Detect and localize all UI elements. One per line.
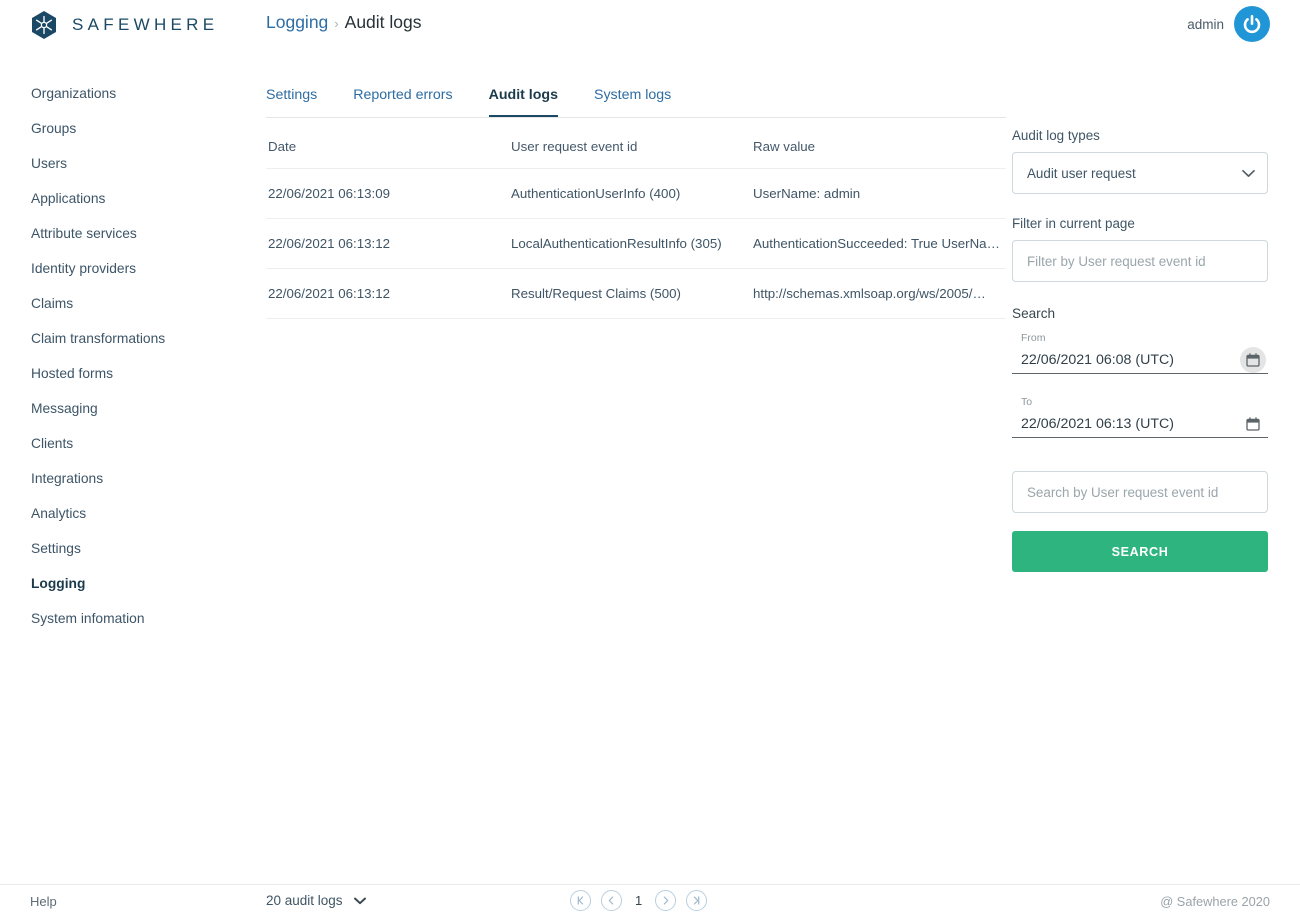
chevron-down-icon: [354, 893, 366, 908]
table-row[interactable]: 22/06/2021 06:13:12 LocalAuthenticationR…: [266, 219, 1006, 269]
sidebar-item-logging[interactable]: Logging: [0, 566, 250, 601]
tab-settings[interactable]: Settings: [266, 76, 317, 117]
from-date-row[interactable]: 22/06/2021 06:08 (UTC): [1012, 347, 1268, 374]
sidebar-item-identity-providers[interactable]: Identity providers: [0, 251, 250, 286]
sidebar-item-clients[interactable]: Clients: [0, 426, 250, 461]
breadcrumb-current: Audit logs: [345, 12, 422, 33]
chevron-down-icon: [1242, 166, 1255, 181]
sidebar-item-users[interactable]: Users: [0, 146, 250, 181]
power-logout-icon[interactable]: [1234, 6, 1270, 42]
sidebar-item-claim-transformations[interactable]: Claim transformations: [0, 321, 250, 356]
pagination-first-button[interactable]: [570, 890, 591, 911]
sidebar-item-attribute-services[interactable]: Attribute services: [0, 216, 250, 251]
sidebar-item-organizations[interactable]: Organizations: [0, 76, 250, 111]
cell-raw-value: UserName: admin: [753, 169, 1006, 219]
filter-in-current-page-label: Filter in current page: [1012, 216, 1268, 231]
table-row[interactable]: 22/06/2021 06:13:12 Result/Request Claim…: [266, 269, 1006, 319]
user-name: admin: [1187, 17, 1224, 32]
brand[interactable]: SAFEWHERE: [30, 10, 218, 40]
column-header-raw-value[interactable]: Raw value: [753, 118, 1006, 169]
filter-panel: Audit log types Audit user request Filte…: [1012, 128, 1268, 572]
breadcrumb-parent-link[interactable]: Logging: [266, 12, 328, 33]
cell-date: 22/06/2021 06:13:12: [266, 219, 511, 269]
from-date-field: From 22/06/2021 06:08 (UTC): [1012, 332, 1268, 374]
sidebar-item-hosted-forms[interactable]: Hosted forms: [0, 356, 250, 391]
pagination-current-page: 1: [632, 893, 645, 908]
table-header-row: Date User request event id Raw value: [266, 118, 1006, 169]
tab-audit-logs[interactable]: Audit logs: [489, 76, 558, 117]
cell-date: 22/06/2021 06:13:09: [266, 169, 511, 219]
audit-log-types-label: Audit log types: [1012, 128, 1268, 143]
cell-date: 22/06/2021 06:13:12: [266, 269, 511, 319]
to-date-value: 22/06/2021 06:13 (UTC): [1021, 416, 1174, 432]
sidebar-item-claims[interactable]: Claims: [0, 286, 250, 321]
page-size-select[interactable]: 20 audit logs: [266, 893, 366, 908]
pagination-last-button[interactable]: [686, 890, 707, 911]
sidebar-item-groups[interactable]: Groups: [0, 111, 250, 146]
audit-logs-table: Date User request event id Raw value 22/…: [266, 118, 1006, 319]
calendar-icon[interactable]: [1240, 347, 1266, 373]
tab-reported-errors[interactable]: Reported errors: [353, 76, 452, 117]
footer: Help 20 audit logs 1: [0, 884, 1300, 920]
from-label: From: [1012, 332, 1268, 344]
sidebar: Organizations Groups Users Applications …: [0, 76, 250, 636]
sidebar-item-applications[interactable]: Applications: [0, 181, 250, 216]
to-label: To: [1012, 396, 1268, 408]
tab-system-logs[interactable]: System logs: [594, 76, 671, 117]
help-link[interactable]: Help: [30, 894, 57, 909]
cell-raw-value: http://schemas.xmlsoap.org/ws/2005/…: [753, 269, 1006, 319]
copyright-text: @ Safewhere 2020: [1160, 894, 1270, 909]
from-date-value: 22/06/2021 06:08 (UTC): [1021, 352, 1174, 368]
search-section-title: Search: [1012, 306, 1268, 321]
column-header-event-id[interactable]: User request event id: [511, 118, 753, 169]
sidebar-item-analytics[interactable]: Analytics: [0, 496, 250, 531]
breadcrumb: Logging › Audit logs: [266, 12, 422, 33]
tab-bar: Settings Reported errors Audit logs Syst…: [266, 76, 1006, 118]
audit-log-types-selected-value: Audit user request: [1027, 166, 1136, 181]
pagination: 1: [570, 890, 707, 911]
safewhere-hex-snowflake-logo: [30, 10, 58, 40]
search-button[interactable]: SEARCH: [1012, 531, 1268, 572]
cell-event-id: AuthenticationUserInfo (400): [511, 169, 753, 219]
filter-input[interactable]: [1012, 240, 1268, 282]
breadcrumb-separator-icon: ›: [334, 16, 338, 31]
main-content: Settings Reported errors Audit logs Syst…: [266, 76, 1006, 319]
sidebar-item-integrations[interactable]: Integrations: [0, 461, 250, 496]
pagination-next-button[interactable]: [655, 890, 676, 911]
cell-raw-value: AuthenticationSucceeded: True UserNa…: [753, 219, 1006, 269]
page-size-value: 20 audit logs: [266, 893, 343, 908]
sidebar-item-system-infomation[interactable]: System infomation: [0, 601, 250, 636]
sidebar-item-settings[interactable]: Settings: [0, 531, 250, 566]
search-input[interactable]: [1012, 471, 1268, 513]
top-bar: SAFEWHERE Logging › Audit logs admin: [0, 0, 1300, 52]
calendar-icon[interactable]: [1240, 411, 1266, 437]
cell-event-id: LocalAuthenticationResultInfo (305): [511, 219, 753, 269]
audit-log-types-select[interactable]: Audit user request: [1012, 152, 1268, 194]
sidebar-item-messaging[interactable]: Messaging: [0, 391, 250, 426]
to-date-row[interactable]: 22/06/2021 06:13 (UTC): [1012, 411, 1268, 438]
user-area: admin: [1187, 6, 1270, 42]
table-row[interactable]: 22/06/2021 06:13:09 AuthenticationUserIn…: [266, 169, 1006, 219]
column-header-date[interactable]: Date: [266, 118, 511, 169]
to-date-field: To 22/06/2021 06:13 (UTC): [1012, 396, 1268, 438]
cell-event-id: Result/Request Claims (500): [511, 269, 753, 319]
brand-name: SAFEWHERE: [72, 15, 218, 35]
pagination-prev-button[interactable]: [601, 890, 622, 911]
